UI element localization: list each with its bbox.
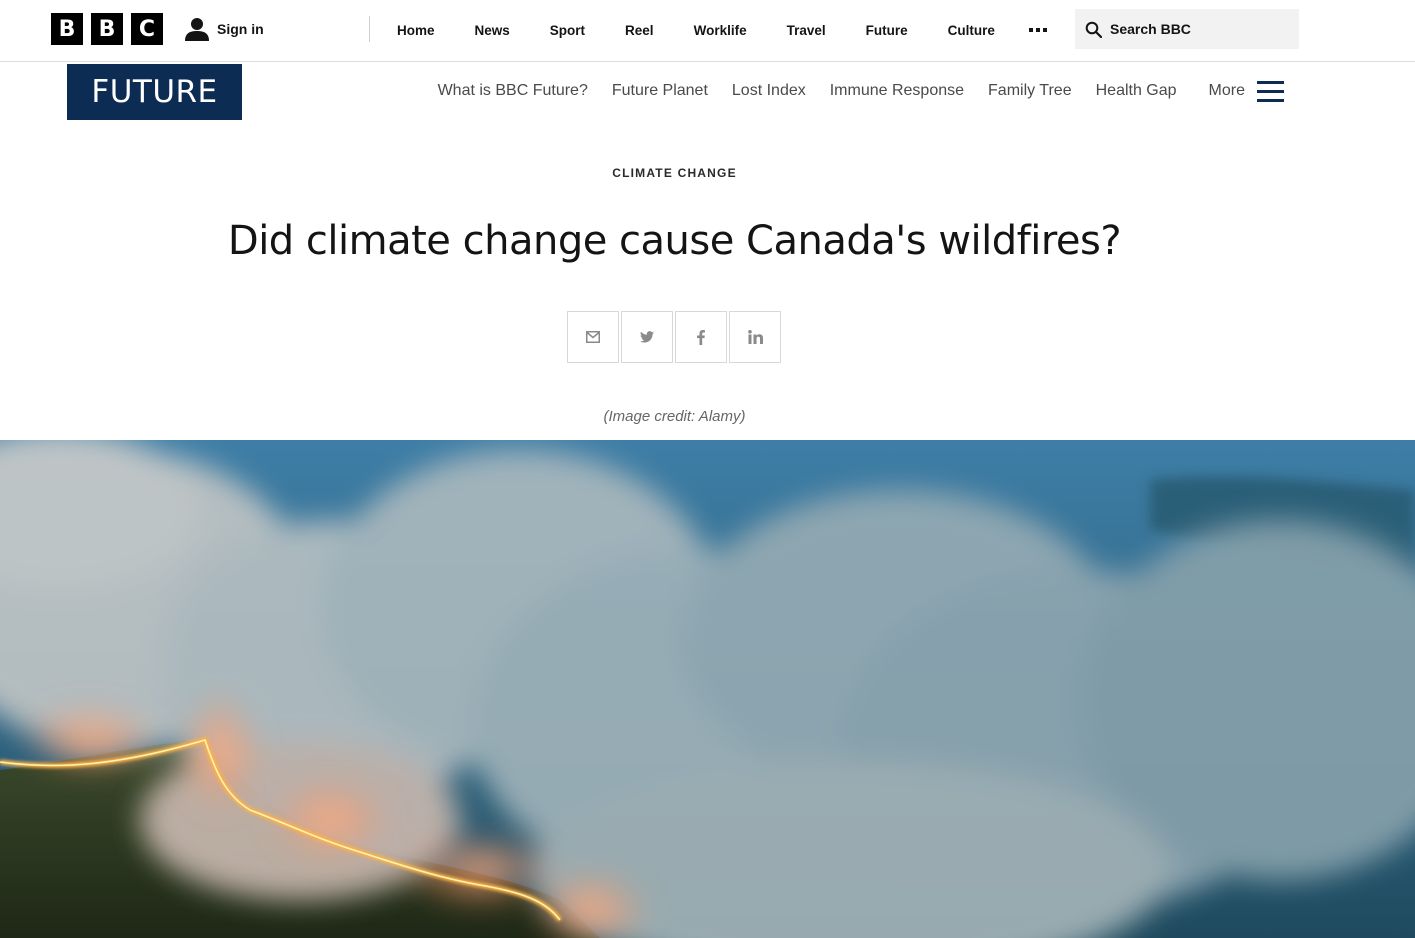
section-more-label: More <box>1208 82 1245 99</box>
bbc-logo[interactable]: B B C <box>51 13 163 45</box>
nav-item-worklife[interactable]: Worklife <box>674 23 767 38</box>
facebook-icon <box>697 329 705 345</box>
nav-item-culture[interactable]: Culture <box>928 23 1015 38</box>
section-nav-future-planet[interactable]: Future Planet <box>612 82 708 100</box>
bbc-logo-block: B <box>91 13 123 45</box>
nav-item-home[interactable]: Home <box>377 23 455 38</box>
image-credit: (Image credit: Alamy) <box>603 408 746 425</box>
section-nav-immune-response[interactable]: Immune Response <box>830 82 964 100</box>
search-icon <box>1085 21 1102 38</box>
bbc-logo-block: C <box>131 13 163 45</box>
nav-item-news[interactable]: News <box>455 23 530 38</box>
section-nav-health-gap[interactable]: Health Gap <box>1096 82 1177 100</box>
nav-item-reel[interactable]: Reel <box>605 23 674 38</box>
share-facebook-button[interactable] <box>675 311 727 363</box>
article-category[interactable]: CLIMATE CHANGE <box>0 166 1349 180</box>
twitter-icon <box>640 331 654 343</box>
nav-item-sport[interactable]: Sport <box>530 23 605 38</box>
sign-in-label: Sign in <box>217 21 264 37</box>
sign-in-link[interactable]: Sign in <box>184 16 264 42</box>
share-twitter-button[interactable] <box>621 311 673 363</box>
bbc-main-nav: Home News Sport Reel Worklife Travel Fut… <box>377 0 1061 60</box>
nav-item-future[interactable]: Future <box>846 23 928 38</box>
section-more-menu[interactable]: More <box>1208 80 1284 102</box>
nav-item-travel[interactable]: Travel <box>767 23 846 38</box>
share-email-button[interactable] <box>567 311 619 363</box>
bbc-top-bar: B B C Sign in Home News Sport Reel Workl… <box>0 0 1415 62</box>
email-icon <box>586 331 600 343</box>
share-buttons <box>567 311 781 363</box>
more-dots-icon[interactable] <box>1015 28 1061 32</box>
future-section-nav: What is BBC Future? Future Planet Lost I… <box>414 76 1284 106</box>
hero-image-wildfire <box>0 440 1415 938</box>
article-headline: Did climate change cause Canada's wildfi… <box>227 218 1122 264</box>
share-linkedin-button[interactable] <box>729 311 781 363</box>
section-nav-lost-index[interactable]: Lost Index <box>732 82 806 100</box>
bbc-logo-block: B <box>51 13 83 45</box>
section-nav-what-is-bbc-future[interactable]: What is BBC Future? <box>438 82 588 100</box>
section-nav-family-tree[interactable]: Family Tree <box>988 82 1072 100</box>
search-input[interactable] <box>1110 21 1290 37</box>
future-section-logo[interactable]: FUTURE <box>67 64 242 120</box>
nav-divider <box>369 16 370 42</box>
hamburger-menu-icon <box>1257 80 1284 102</box>
user-icon <box>185 18 209 41</box>
linkedin-icon <box>747 330 763 344</box>
search-box[interactable] <box>1075 9 1299 49</box>
